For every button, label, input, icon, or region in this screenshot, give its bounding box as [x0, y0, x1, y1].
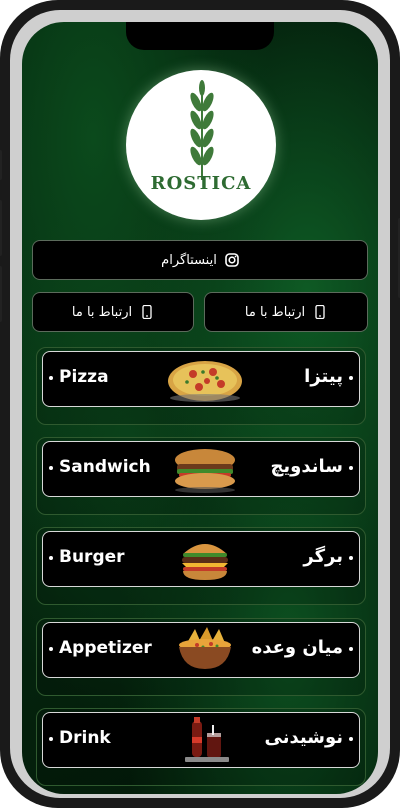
- menu-item-en-label: Burger: [59, 547, 125, 567]
- menu-item-fa-label: پیتزا: [304, 366, 343, 387]
- menu-item-en-label: Appetizer: [59, 638, 152, 658]
- burger-image: [165, 534, 245, 584]
- phone-icon: [313, 305, 327, 319]
- bullet-dot: [49, 556, 53, 560]
- appetizer-image: [165, 625, 245, 675]
- menu-item-fa-label: میان وعده: [251, 637, 343, 658]
- mute-button: [0, 150, 2, 180]
- notch: [126, 22, 274, 50]
- menu-item-drink[interactable]: Drink نوشیدنی: [42, 712, 360, 768]
- volume-up-button: [0, 200, 2, 256]
- bullet-dot: [49, 647, 53, 651]
- menu-item-sandwich[interactable]: Sandwich ساندویچ: [42, 441, 360, 497]
- bullet-dot: [349, 556, 353, 560]
- contact-right-label: ارتباط با ما: [244, 304, 306, 320]
- menu-item-burger[interactable]: Burger برگر: [42, 531, 360, 587]
- bullet-dot: [349, 647, 353, 651]
- wheat-icon: [190, 80, 214, 180]
- screen: ROSTICA اینستاگرام ارتباط با ما ارتباط ب…: [22, 22, 378, 794]
- contact-button-left[interactable]: ارتباط با ما: [32, 292, 194, 332]
- sandwich-image: [165, 444, 245, 494]
- contact-button-right[interactable]: ارتباط با ما: [204, 292, 368, 332]
- bullet-dot: [349, 466, 353, 470]
- menu-item-appetizer[interactable]: Appetizer میان وعده: [42, 622, 360, 678]
- menu-item-pizza[interactable]: Pizza پیتزا: [42, 351, 360, 407]
- drink-image: [165, 715, 245, 765]
- menu-item-fa-label: نوشیدنی: [264, 727, 343, 748]
- bullet-dot: [49, 376, 53, 380]
- bullet-dot: [349, 737, 353, 741]
- bullet-dot: [349, 376, 353, 380]
- menu-item-en-label: Sandwich: [59, 457, 151, 477]
- menu-item-fa-label: ساندویچ: [270, 456, 343, 477]
- menu-item-fa-label: برگر: [303, 546, 343, 567]
- bullet-dot: [49, 466, 53, 470]
- volume-down-button: [0, 266, 2, 322]
- contact-left-label: ارتباط با ما: [71, 304, 133, 320]
- phone-icon: [140, 305, 154, 319]
- pizza-image: [165, 354, 245, 404]
- menu-item-en-label: Pizza: [59, 367, 109, 387]
- menu-item-en-label: Drink: [59, 728, 111, 748]
- bullet-dot: [49, 737, 53, 741]
- instagram-button[interactable]: اینستاگرام: [32, 240, 368, 280]
- logo-text: ROSTICA: [150, 173, 252, 194]
- instagram-label: اینستاگرام: [161, 252, 217, 268]
- logo: ROSTICA: [126, 70, 276, 220]
- instagram-icon: [225, 253, 239, 267]
